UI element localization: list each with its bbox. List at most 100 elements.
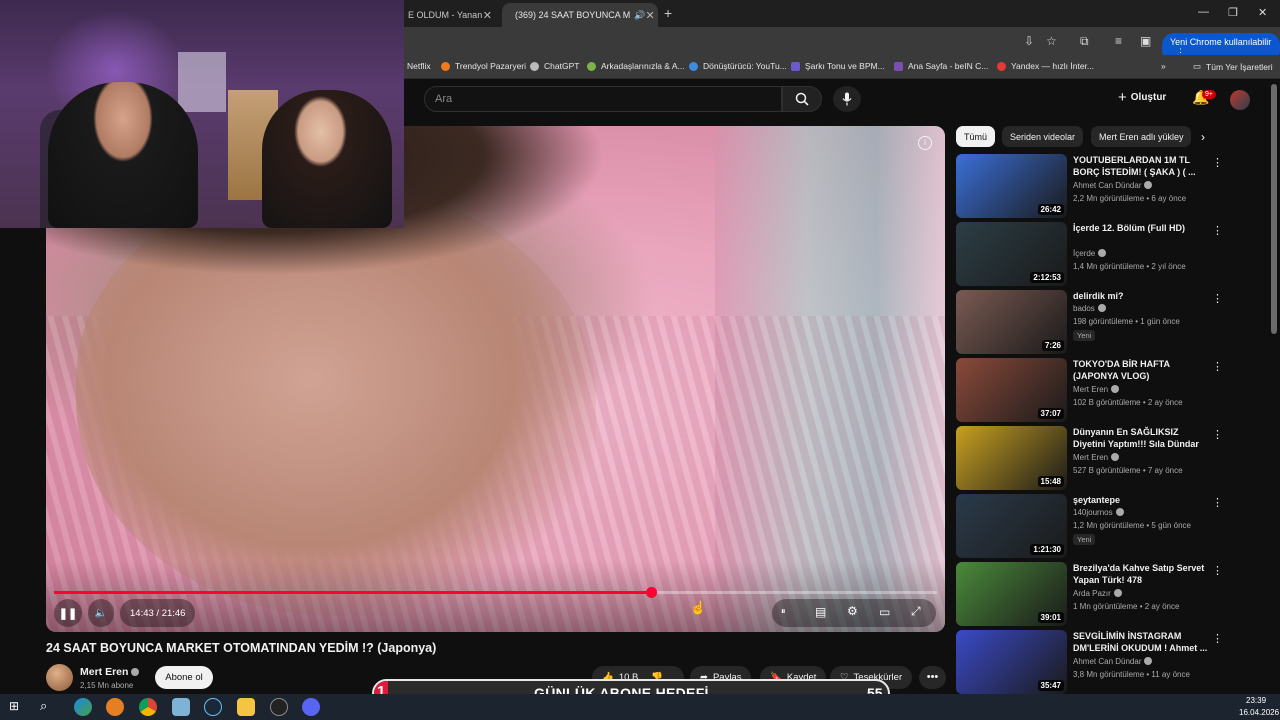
- file-explorer-icon[interactable]: [237, 698, 255, 716]
- recommendation-channel[interactable]: Mert Eren: [1073, 385, 1120, 394]
- recommendation-title[interactable]: şeytantepe: [1073, 494, 1209, 506]
- recommendation-item[interactable]: 37:07 TOKYO'DA BİR HAFTA (JAPONYA VLOG) @…: [956, 358, 1226, 422]
- video-duration: 39:01: [1037, 612, 1064, 623]
- voice-search-button[interactable]: [833, 86, 861, 112]
- search-input[interactable]: Ara: [424, 86, 782, 112]
- recommendation-thumbnail[interactable]: 2:12:53: [956, 222, 1067, 286]
- bookmark-bein[interactable]: Ana Sayfa - beIN C...: [894, 61, 988, 71]
- more-options-icon[interactable]: ⋮: [1212, 292, 1223, 305]
- obs-icon[interactable]: [270, 698, 288, 716]
- chip-all[interactable]: Tümü: [956, 126, 996, 147]
- steam-icon[interactable]: [204, 698, 222, 716]
- more-options-icon[interactable]: ⋮: [1212, 156, 1223, 169]
- recommendation-title[interactable]: SEVGİLİMİN İNSTAGRAM DM'LERİNİ OKUDUM ! …: [1073, 630, 1209, 654]
- recommendation-item[interactable]: 2:12:53 İçerde 12. Bölüm (Full HD) İçerde 1…: [956, 222, 1226, 286]
- maximize-icon[interactable]: ❐: [1228, 6, 1238, 19]
- recommendation-title[interactable]: delirdik mi?: [1073, 290, 1209, 302]
- discord-icon[interactable]: [302, 698, 320, 716]
- bookmark-trendyol[interactable]: Trendyol Pazaryeri: [441, 61, 526, 71]
- fullscreen-icon[interactable]: ⤢: [911, 604, 921, 619]
- more-options-icon[interactable]: ⋮: [1212, 632, 1223, 645]
- bookmark-chatgpt[interactable]: ChatGPT: [530, 61, 579, 71]
- recommendation-title[interactable]: Brezilya'da Kahve Satıp Servet Yapan Tür…: [1073, 562, 1209, 586]
- install-icon[interactable]: ⇩: [1024, 34, 1034, 48]
- more-options-icon[interactable]: ⋮: [1212, 564, 1223, 577]
- search-button[interactable]: [782, 86, 822, 112]
- channel-name[interactable]: Mert Eren: [80, 666, 140, 678]
- new-tab-icon[interactable]: +: [664, 5, 672, 21]
- more-options-icon[interactable]: ⋮: [1212, 428, 1223, 441]
- edge-icon[interactable]: [74, 698, 92, 716]
- browser-tab[interactable]: E OLDUM - Yanan ✕: [400, 3, 500, 27]
- windows-start-icon[interactable]: ⊞: [9, 699, 27, 717]
- recommendation-title[interactable]: YOUTUBERLARDAN 1M TL BORÇ İSTEDİM! ( ŞAK…: [1073, 154, 1209, 178]
- autoplay-toggle-icon[interactable]: ⏸: [781, 606, 786, 617]
- more-options-icon[interactable]: ⋮: [1212, 496, 1223, 509]
- more-actions-icon[interactable]: •••: [919, 666, 946, 689]
- recommendation-channel[interactable]: Mert Eren: [1073, 453, 1120, 462]
- bookmark-star-icon[interactable]: ☆: [1046, 34, 1057, 48]
- recommendation-thumbnail[interactable]: 39:01: [956, 562, 1067, 626]
- recommendation-title[interactable]: İçerde 12. Bölüm (Full HD): [1073, 222, 1209, 234]
- subtitles-icon[interactable]: ▤: [815, 605, 826, 619]
- create-button[interactable]: + Oluştur: [1118, 89, 1166, 106]
- recommendation-item[interactable]: 15:48 Dünyanın En SAĞLIKSIZ Diyetini Yapt…: [956, 426, 1226, 490]
- recommendation-thumbnail[interactable]: 15:48: [956, 426, 1067, 490]
- bookmarks-overflow-icon[interactable]: »: [1161, 61, 1166, 71]
- chrome-icon[interactable]: [139, 698, 157, 716]
- extensions-icon[interactable]: ⧉: [1080, 34, 1089, 49]
- recommendation-title[interactable]: TOKYO'DA BİR HAFTA (JAPONYA VLOG) @selen…: [1073, 358, 1209, 382]
- mute-button[interactable]: 🔈: [88, 599, 114, 627]
- chip-series[interactable]: Seriden videolar: [1002, 126, 1084, 147]
- minimize-icon[interactable]: —: [1198, 6, 1209, 18]
- bookmark-yandex[interactable]: Yandex — hızlı İnter...: [997, 61, 1094, 71]
- recommendation-channel[interactable]: 140journos: [1073, 508, 1124, 517]
- bookmark-sarki-tonu[interactable]: Şarkı Tonu ve BPM...: [791, 61, 885, 71]
- bookmark-arkadaslar[interactable]: Arkadaşlarınızla & A...: [587, 61, 685, 71]
- bookmark-label: Dönüştürücü: YouTu...: [703, 61, 787, 71]
- recommendation-thumbnail[interactable]: 35:47: [956, 630, 1067, 694]
- close-tab-icon[interactable]: ✕: [483, 9, 492, 22]
- app-icon[interactable]: [172, 698, 190, 716]
- recommendation-channel[interactable]: Ahmet Can Dündar: [1073, 181, 1153, 190]
- recommendation-thumbnail[interactable]: 26:42: [956, 154, 1067, 218]
- create-label: Oluştur: [1130, 92, 1167, 103]
- progress-bar[interactable]: [54, 587, 937, 598]
- recommendation-channel[interactable]: Ahmet Can Dündar: [1073, 657, 1153, 666]
- play-pause-button[interactable]: ❚❚: [54, 599, 82, 627]
- channel-avatar[interactable]: [46, 664, 73, 691]
- recommendation-item[interactable]: 39:01 Brezilya'da Kahve Satıp Servet Yapa…: [956, 562, 1226, 626]
- more-options-icon[interactable]: ⋮: [1212, 360, 1223, 373]
- taskbar-search-icon[interactable]: ⌕: [40, 698, 58, 716]
- page-scrollbar[interactable]: [1271, 84, 1277, 334]
- more-options-icon[interactable]: ⋮: [1212, 224, 1223, 237]
- close-tab-icon[interactable]: ✕: [645, 9, 654, 22]
- recommendation-item[interactable]: 26:42 YOUTUBERLARDAN 1M TL BORÇ İSTEDİM! …: [956, 154, 1226, 218]
- app-icon[interactable]: [106, 698, 124, 716]
- recommendation-thumbnail[interactable]: 1:21:30: [956, 494, 1067, 558]
- subscribe-button[interactable]: Abone ol: [155, 666, 213, 689]
- recommendation-item[interactable]: 7:26 delirdik mi? bados 198 görüntüleme • 1…: [956, 290, 1226, 354]
- recommendation-item[interactable]: 1:21:30 şeytantepe 140journos 1,2 Mn görünt…: [956, 494, 1226, 558]
- recommendation-channel[interactable]: Arda Pazır: [1073, 589, 1122, 598]
- chevron-right-icon[interactable]: ›: [1201, 130, 1205, 144]
- account-avatar[interactable]: [1230, 90, 1250, 110]
- recommendation-thumbnail[interactable]: 37:07: [956, 358, 1067, 422]
- bookmark-all[interactable]: ▭ Tüm Yer İşaretleri: [1193, 61, 1273, 72]
- bookmark-donusturucu[interactable]: Dönüştürücü: YouTu...: [689, 61, 787, 71]
- theater-mode-icon[interactable]: ▭: [879, 605, 890, 619]
- recommendation-channel[interactable]: bados: [1073, 304, 1106, 313]
- recommendation-title[interactable]: Dünyanın En SAĞLIKSIZ Diyetini Yaptım!!!…: [1073, 426, 1209, 450]
- close-window-icon[interactable]: ✕: [1258, 6, 1267, 19]
- recommendation-item[interactable]: 35:47 SEVGİLİMİN İNSTAGRAM DM'LERİNİ OKUD…: [956, 630, 1226, 694]
- progress-scrubber-handle[interactable]: [646, 587, 657, 598]
- browser-tab-active[interactable]: (369) 24 SAAT BOYUNCA M 🔊 ✕: [502, 3, 658, 27]
- media-icon[interactable]: ≡: [1115, 34, 1122, 48]
- downloads-icon[interactable]: ▣: [1140, 34, 1151, 48]
- recommendation-thumbnail[interactable]: 7:26: [956, 290, 1067, 354]
- bookmark-netflix[interactable]: Netflix: [407, 61, 431, 71]
- chip-uploader[interactable]: Mert Eren adlı yükley: [1091, 126, 1191, 147]
- info-icon[interactable]: i: [918, 136, 932, 150]
- settings-gear-icon[interactable]: ⚙: [847, 604, 858, 618]
- recommendation-channel[interactable]: İçerde: [1073, 249, 1107, 258]
